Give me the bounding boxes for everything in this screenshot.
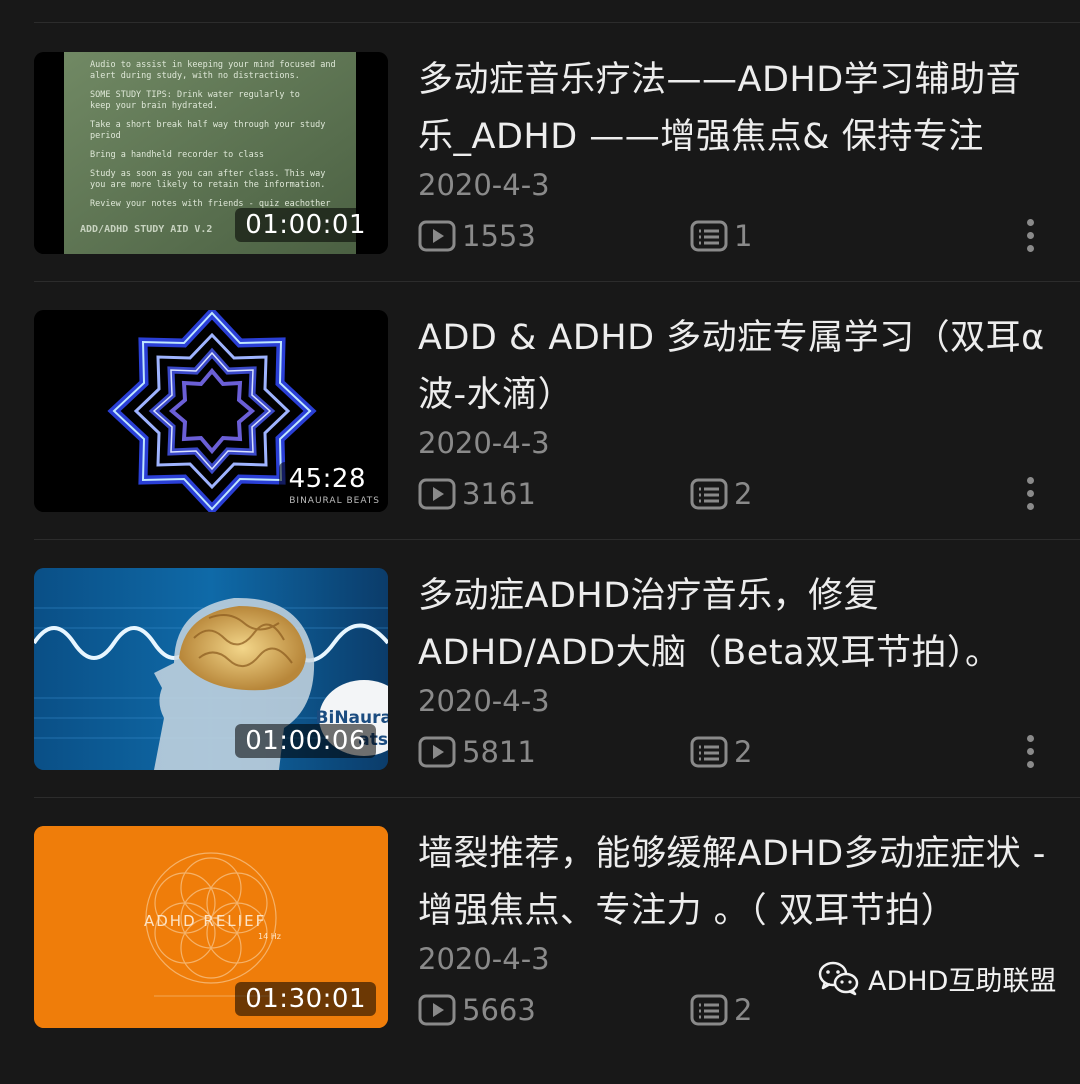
video-date: 2020-4-3 bbox=[418, 168, 550, 202]
comment-count: 1 bbox=[690, 216, 752, 256]
wechat-icon bbox=[818, 961, 859, 996]
view-count: 1553 bbox=[418, 216, 536, 256]
play-count-icon bbox=[418, 220, 456, 252]
comment-count-value: 2 bbox=[734, 735, 753, 769]
video-list-item[interactable]: BINAURAL BEATS 45:28 ADD & ADHD 多动症专属学习（… bbox=[0, 310, 1080, 568]
thumbnail-brand: BINAURAL BEATS bbox=[289, 496, 380, 506]
comment-count-value: 2 bbox=[734, 993, 753, 1027]
video-duration: 45:28 bbox=[278, 462, 376, 496]
thumbnail-line: Audio to assist in keeping your mind foc… bbox=[90, 60, 336, 70]
play-count-icon bbox=[418, 994, 456, 1026]
video-title[interactable]: 多动症音乐疗法——ADHD学习辅助音乐_ADHD ——增强焦点& 保持专注 bbox=[418, 52, 1048, 166]
play-count-icon bbox=[418, 736, 456, 768]
thumbnail-line: SOME STUDY TIPS: Drink water regularly t… bbox=[90, 90, 300, 100]
comment-icon bbox=[690, 994, 728, 1026]
view-count: 5663 bbox=[418, 990, 536, 1030]
view-count-value: 1553 bbox=[462, 219, 536, 253]
view-count: 3161 bbox=[418, 474, 536, 514]
more-options-icon[interactable] bbox=[1020, 732, 1040, 776]
video-list-item[interactable]: Audio to assist in keeping your mind foc… bbox=[0, 52, 1080, 310]
video-title[interactable]: 墙裂推荐，能够缓解ADHD多动症症状 - 增强焦点、专注力 。（ 双耳节拍） bbox=[418, 826, 1048, 940]
thumbnail-line: Study as soon as you can after class. Th… bbox=[90, 169, 326, 179]
video-date: 2020-4-3 bbox=[418, 426, 550, 460]
thumbnail-sub: 14 Hz bbox=[258, 932, 281, 941]
top-divider bbox=[34, 22, 1080, 23]
thumbnail-line: Bring a handheld recorder to class bbox=[90, 150, 264, 160]
video-list-item[interactable]: ADHD RELIEF 14 Hz 01:30:01 墙裂推荐，能够缓解ADHD… bbox=[0, 826, 1080, 1084]
video-thumbnail[interactable]: BINAURAL BEATS 45:28 bbox=[34, 310, 388, 512]
thumbnail-text-block: Audio to assist in keeping your mind foc… bbox=[90, 60, 360, 210]
wechat-watermark: ADHD互助联盟 bbox=[818, 956, 1056, 1000]
comment-icon bbox=[690, 478, 728, 510]
comment-count-value: 2 bbox=[734, 477, 753, 511]
thumbnail-line: keep your brain hydrated. bbox=[90, 101, 218, 111]
watermark-label: ADHD互助联盟 bbox=[868, 965, 1057, 997]
comment-count: 2 bbox=[690, 732, 752, 772]
comment-icon bbox=[690, 736, 728, 768]
more-options-icon[interactable] bbox=[1020, 216, 1040, 260]
thumbnail-line: period bbox=[90, 131, 121, 141]
video-thumbnail[interactable]: ADHD RELIEF 14 Hz 01:30:01 bbox=[34, 826, 388, 1028]
thumbnail-title: ADHD RELIEF bbox=[144, 912, 267, 930]
video-date: 2020-4-3 bbox=[418, 684, 550, 718]
comment-count-value: 1 bbox=[734, 219, 753, 253]
video-duration: 01:00:01 bbox=[235, 208, 376, 242]
play-count-icon bbox=[418, 478, 456, 510]
view-count-value: 5663 bbox=[462, 993, 536, 1027]
comment-icon bbox=[690, 220, 728, 252]
thumbnail-footer: ADD/ADHD STUDY AID V.2 bbox=[80, 224, 213, 235]
thumbnail-line: alert during study, with no distractions… bbox=[90, 71, 300, 81]
view-count: 5811 bbox=[418, 732, 536, 772]
item-divider bbox=[34, 539, 1080, 540]
view-count-value: 5811 bbox=[462, 735, 536, 769]
comment-count: 2 bbox=[690, 990, 752, 1030]
video-duration: 01:30:01 bbox=[235, 982, 376, 1016]
thumbnail-line: you are more likely to retain the inform… bbox=[90, 180, 326, 190]
video-title[interactable]: 多动症ADHD治疗音乐，修复ADHD/ADD大脑（Beta双耳节拍）。 bbox=[418, 568, 1048, 682]
item-divider bbox=[34, 281, 1080, 282]
comment-count: 2 bbox=[690, 474, 752, 514]
video-list-item[interactable]: BiNaura ats 01:00:06 多动症ADHD治疗音乐，修复ADHD/… bbox=[0, 568, 1080, 826]
video-thumbnail[interactable]: Audio to assist in keeping your mind foc… bbox=[34, 52, 388, 254]
more-options-icon[interactable] bbox=[1020, 474, 1040, 518]
video-duration: 01:00:06 bbox=[235, 724, 376, 758]
view-count-value: 3161 bbox=[462, 477, 536, 511]
thumbnail-line: Take a short break half way through your… bbox=[90, 120, 326, 130]
video-date: 2020-4-3 bbox=[418, 942, 550, 976]
video-title[interactable]: ADD & ADHD 多动症专属学习（双耳α波-水滴） bbox=[418, 310, 1048, 424]
item-divider bbox=[34, 797, 1080, 798]
video-thumbnail[interactable]: BiNaura ats 01:00:06 bbox=[34, 568, 388, 770]
